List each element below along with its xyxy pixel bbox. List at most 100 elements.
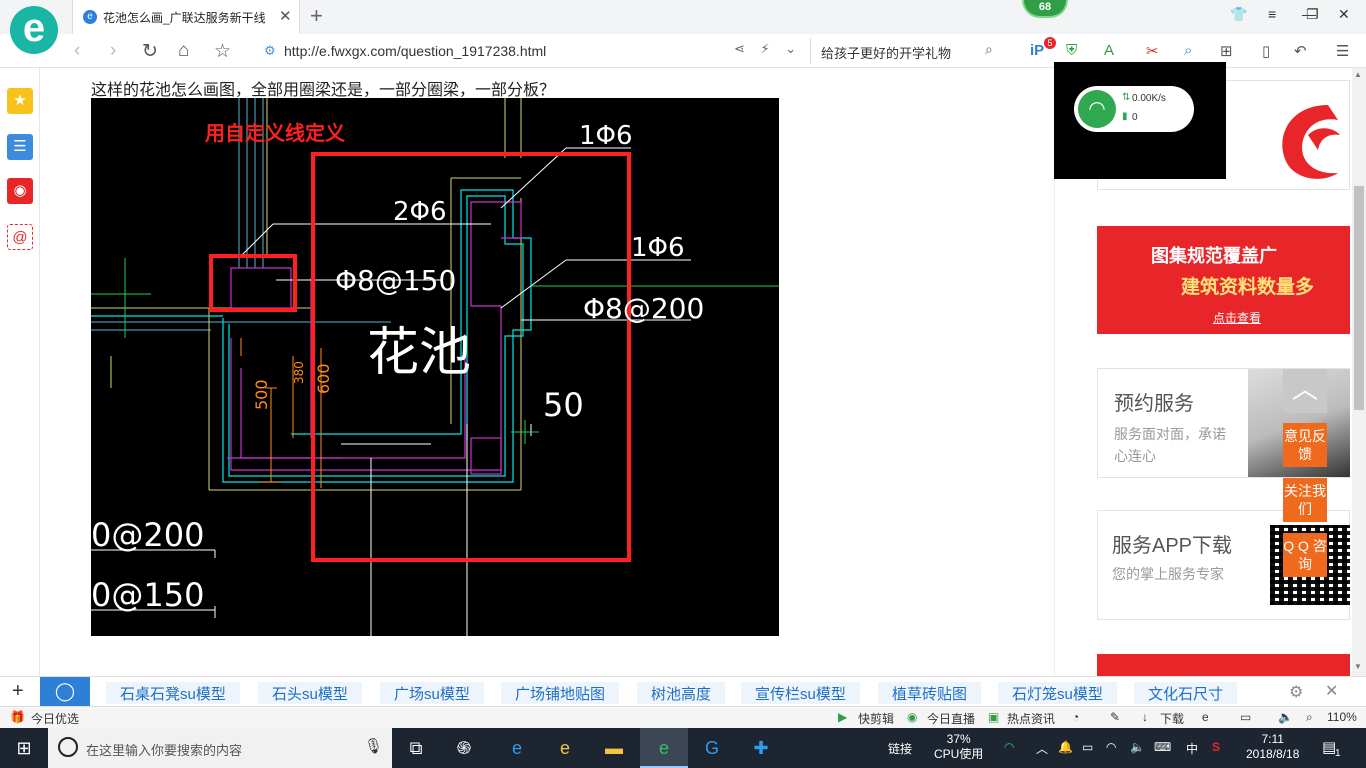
- hot-link[interactable]: 广场铺地贴图: [501, 682, 620, 704]
- qq-consult-button[interactable]: Q Q 咨询: [1283, 533, 1327, 577]
- taskbar-search-box[interactable]: 在这里输入你要搜索的内容 🎙: [48, 728, 392, 768]
- favorites-star-icon[interactable]: ★: [7, 88, 33, 114]
- ime-indicator[interactable]: 中: [1186, 740, 1198, 757]
- edge-icon[interactable]: e: [493, 728, 541, 768]
- task-view-icon[interactable]: ⧉: [392, 728, 440, 768]
- taskbar-search-placeholder[interactable]: 在这里输入你要搜索的内容: [86, 740, 242, 759]
- shirt-icon[interactable]: 👕: [1230, 6, 1247, 23]
- hot-link[interactable]: 石桌石凳su模型: [106, 682, 240, 704]
- search-box[interactable]: 给孩子更好的开学礼物 ⌕: [810, 38, 1006, 64]
- close-icon[interactable]: ✕: [1325, 681, 1338, 701]
- red-ad-strip[interactable]: [1097, 654, 1350, 676]
- browser-logo[interactable]: e: [10, 6, 58, 54]
- ie-icon[interactable]: e: [541, 728, 589, 768]
- feedback-button[interactable]: 意见反馈: [1283, 423, 1327, 467]
- extension-ip-icon[interactable]: iP: [1030, 42, 1044, 59]
- microphone-icon[interactable]: 🎙: [364, 737, 383, 755]
- magnifier-icon[interactable]: ⌕: [1184, 42, 1192, 59]
- speed-icon[interactable]: ◔: [1072, 710, 1079, 724]
- ie-mode-icon[interactable]: e: [1202, 710, 1209, 724]
- tab-close-icon[interactable]: ✕: [279, 7, 292, 25]
- close-window-icon[interactable]: ✕: [1338, 6, 1350, 23]
- show-hidden-icon[interactable]: ︿: [1036, 740, 1048, 757]
- volume-icon[interactable]: 🔈: [1278, 710, 1293, 724]
- banner-link[interactable]: 点击查看: [1213, 309, 1261, 326]
- scroll-down-icon[interactable]: ▼: [1354, 662, 1362, 671]
- sogou-s-icon[interactable]: S: [1212, 740, 1220, 754]
- hot-link[interactable]: 植草砖贴图: [878, 682, 982, 704]
- window-icon[interactable]: ▭: [1240, 710, 1251, 724]
- zoom-icon[interactable]: ⌕: [1306, 710, 1313, 725]
- file-explorer-icon[interactable]: ▬: [590, 728, 638, 768]
- tool-icon[interactable]: ✎: [1110, 710, 1120, 724]
- hot-search-icon[interactable]: ◯: [40, 677, 90, 707]
- url-text[interactable]: http://e.fwxgx.com/question_1917238.html: [284, 43, 546, 59]
- wifi-tray-icon[interactable]: ◠: [1004, 740, 1014, 754]
- cad-drawing-svg: 用自定义线定义 1Φ6 2Φ6 1Φ6 Φ8@150 Φ8@200 花池 50 …: [91, 98, 779, 636]
- hot-link[interactable]: 文化石尺寸: [1134, 682, 1238, 704]
- download-link[interactable]: 下载: [1160, 710, 1184, 727]
- add-icon[interactable]: +: [12, 680, 24, 703]
- back-icon[interactable]: ‹: [74, 40, 80, 62]
- 360-browser-icon[interactable]: e: [640, 728, 688, 768]
- hot-news-link[interactable]: 热点资讯: [1007, 710, 1055, 727]
- mail-at-icon[interactable]: @: [7, 224, 33, 250]
- speaker-icon[interactable]: 🔈: [1130, 740, 1145, 754]
- hot-link[interactable]: 石头su模型: [258, 682, 362, 704]
- cpu-usage[interactable]: 37% CPU使用: [934, 732, 983, 762]
- reload-icon[interactable]: ↻: [142, 40, 158, 63]
- weibo-icon[interactable]: ◉: [7, 178, 33, 204]
- address-bar[interactable]: ⚙ http://e.fwxgx.com/question_1917238.ht…: [256, 38, 804, 64]
- cad-label-phi8-200: Φ8@200: [583, 292, 704, 325]
- link-label[interactable]: 链接: [888, 740, 912, 757]
- search-suggestion-text[interactable]: 给孩子更好的开学礼物: [821, 43, 951, 62]
- tablet-icon[interactable]: ▯: [1262, 42, 1270, 60]
- back-to-top-icon[interactable]: ︿: [1283, 369, 1327, 413]
- hot-link[interactable]: 石灯笼su模型: [998, 682, 1117, 704]
- menu-lines-icon[interactable]: ≡: [1268, 6, 1276, 22]
- scrollbar-thumb[interactable]: [1354, 186, 1364, 410]
- today-live-link[interactable]: 今日直播: [927, 710, 975, 727]
- scroll-up-icon[interactable]: ▲: [1354, 70, 1362, 79]
- reading-list-icon[interactable]: ☰: [7, 134, 33, 160]
- keyboard-icon[interactable]: ⌨: [1154, 740, 1171, 754]
- scissors-icon[interactable]: ✂: [1146, 42, 1159, 60]
- bell-icon[interactable]: 🔔: [1058, 740, 1073, 754]
- battery-tray-icon[interactable]: ▭: [1082, 740, 1093, 754]
- restore-icon[interactable]: ❐: [1306, 6, 1319, 23]
- browser-tab[interactable]: e 花池怎么画_广联达服务新干线 ✕: [72, 0, 300, 34]
- zoom-level[interactable]: 110%: [1327, 710, 1357, 724]
- score-badge[interactable]: 68: [1022, 0, 1068, 18]
- favorite-star-icon[interactable]: ☆: [214, 40, 231, 63]
- forward-icon[interactable]: ›: [110, 40, 116, 62]
- search-icon[interactable]: ⌕: [985, 41, 993, 58]
- share-icon[interactable]: ⋖ ⚡ ⌄: [734, 41, 802, 57]
- hot-link[interactable]: 广场su模型: [380, 682, 484, 704]
- page-scrollbar[interactable]: ▲ ▼: [1352, 68, 1366, 676]
- swirl-app-icon[interactable]: ֍: [440, 728, 488, 768]
- home-icon[interactable]: ⌂: [178, 40, 189, 62]
- clock[interactable]: 7:11 2018/8/18: [1246, 732, 1299, 762]
- translate-icon[interactable]: A: [1104, 42, 1114, 59]
- glodon-g-icon[interactable]: G: [688, 728, 736, 768]
- settings-gear-icon[interactable]: ⚙: [1289, 682, 1303, 702]
- windows-start-icon[interactable]: ⊞: [0, 728, 48, 768]
- site-info-icon[interactable]: ⚙: [264, 43, 276, 59]
- plus-app-icon[interactable]: ✚: [737, 728, 785, 768]
- network-tray-icon[interactable]: ◠: [1106, 740, 1116, 754]
- undo-icon[interactable]: ↶: [1294, 42, 1307, 60]
- today-picks[interactable]: 今日优选: [31, 710, 79, 727]
- network-speed-pill[interactable]: ◠ ⇅ 0.00K/s ▮ 0: [1074, 86, 1194, 132]
- quick-clip-link[interactable]: 快剪辑: [858, 710, 894, 727]
- new-tab-icon[interactable]: +: [310, 3, 323, 29]
- main-menu-icon[interactable]: ☰: [1336, 42, 1349, 60]
- gift-icon: 🎁: [10, 710, 25, 724]
- hot-link[interactable]: 树池高度: [637, 682, 726, 704]
- shield-icon[interactable]: ⛨: [1066, 42, 1077, 59]
- promo-banner[interactable]: 图集规范覆盖广 建筑资料数量多 点击查看: [1097, 226, 1350, 334]
- apps-grid-icon[interactable]: ⊞: [1220, 42, 1233, 60]
- cpu-label: CPU使用: [934, 747, 984, 761]
- hot-link[interactable]: 宣传栏su模型: [741, 682, 860, 704]
- follow-us-button[interactable]: 关注我们: [1283, 478, 1327, 522]
- app-title: 服务APP下载: [1112, 535, 1233, 557]
